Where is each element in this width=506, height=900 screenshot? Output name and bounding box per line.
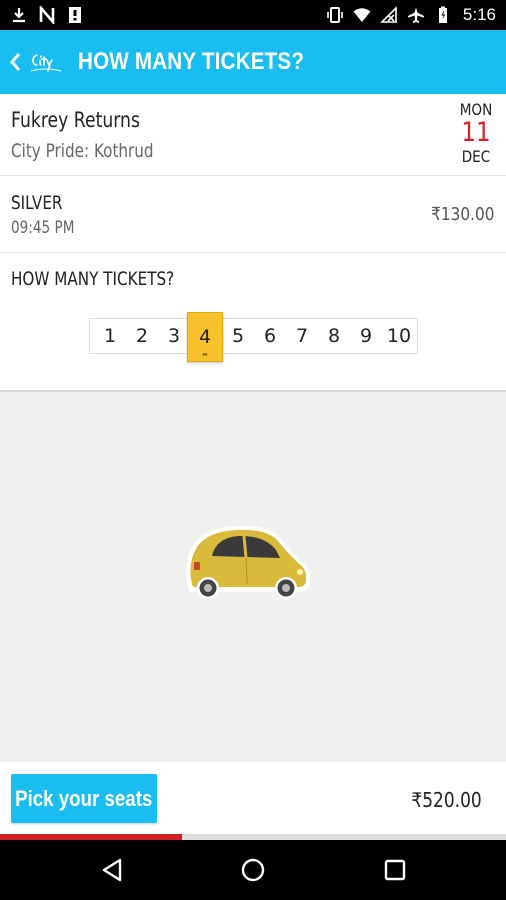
- ticket-option-2[interactable]: 2: [126, 319, 158, 353]
- ticket-illustration-area: [0, 394, 506, 762]
- ticket-option-7[interactable]: 7: [286, 319, 318, 353]
- navigation-bar: [0, 840, 506, 900]
- venue-name: City Pride: Kothrud: [11, 140, 154, 162]
- clock: 5:16: [462, 5, 496, 24]
- vibrate-icon: [327, 7, 343, 23]
- ticket-price: ₹130.00: [430, 204, 494, 225]
- seat-class-info: SILVER 09:45 PM ₹130.00: [0, 176, 506, 253]
- booking-card: Fukrey Returns City Pride: Kothrud MON 1…: [0, 94, 506, 392]
- download-icon: [13, 8, 25, 23]
- seat-class-name: SILVER: [11, 192, 63, 214]
- ticket-option-9[interactable]: 9: [350, 319, 382, 353]
- notification-n-icon: [39, 6, 55, 24]
- status-bar: 5:16: [0, 0, 506, 30]
- show-time: 09:45 PM: [11, 218, 75, 238]
- ticket-option-8[interactable]: 8: [318, 319, 350, 353]
- pick-seats-button[interactable]: Pick your seats: [11, 774, 157, 823]
- wifi-icon: [353, 8, 371, 22]
- movie-info: Fukrey Returns City Pride: Kothrud MON 1…: [0, 94, 506, 176]
- ticket-option-5[interactable]: 5: [222, 319, 254, 353]
- ticket-count-picker: 1 2 3 4 ▬ 5 6 7 8 9 10: [89, 312, 418, 362]
- movie-title: Fukrey Returns: [11, 108, 140, 132]
- airplane-icon: [407, 7, 424, 23]
- chevron-left-icon[interactable]: [4, 30, 26, 94]
- ticket-option-3[interactable]: 3: [158, 319, 190, 353]
- brand-logo: [28, 47, 64, 77]
- back-nav-icon[interactable]: [96, 854, 128, 886]
- show-date: MON 11 DEC: [454, 100, 498, 166]
- battery-icon: [438, 6, 447, 23]
- no-signal-icon: [379, 6, 397, 23]
- car-icon: [186, 525, 311, 599]
- ticket-option-4-label: 4: [198, 326, 212, 348]
- recents-nav-icon[interactable]: [379, 854, 411, 886]
- bottom-bar: Pick your seats ₹520.00: [0, 762, 506, 834]
- pick-seats-label: Pick your seats: [15, 785, 153, 811]
- app-bar: HOW MANY TICKETS?: [0, 30, 506, 94]
- date-number: 11: [461, 117, 491, 148]
- page-title: HOW MANY TICKETS?: [78, 48, 305, 75]
- notification-badge-icon: [69, 7, 81, 23]
- selected-marker: ▬: [202, 351, 208, 358]
- date-month: DEC: [461, 147, 491, 166]
- ticket-option-6[interactable]: 6: [254, 319, 286, 353]
- total-price: ₹520.00: [411, 788, 482, 812]
- ticket-option-10[interactable]: 10: [382, 319, 416, 353]
- ticket-option-4-selected[interactable]: 4 ▬: [187, 312, 223, 362]
- home-nav-icon[interactable]: [237, 854, 269, 886]
- ticket-count-label: HOW MANY TICKETS?: [11, 268, 175, 290]
- ticket-option-1[interactable]: 1: [94, 319, 126, 353]
